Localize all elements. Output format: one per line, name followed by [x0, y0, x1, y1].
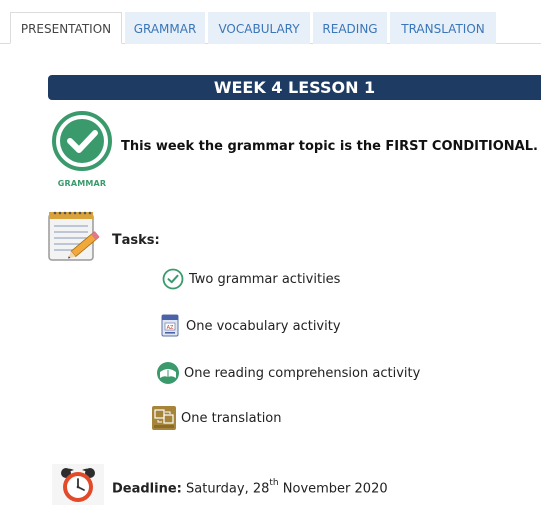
tab-grammar[interactable]: GRAMMAR	[125, 12, 205, 44]
tab-presentation[interactable]: PRESENTATION	[10, 12, 122, 44]
deadline-text: Deadline: Saturday, 28th November 2020	[112, 478, 388, 497]
task-item-text: One vocabulary activity	[186, 318, 341, 334]
grammar-icon-caption: GRAMMAR	[57, 179, 107, 188]
task-item-grammar: Two grammar activities	[161, 266, 340, 292]
vocabulary-book-icon: AZ	[158, 314, 182, 338]
notepad-pencil-icon	[46, 208, 104, 264]
tasks-label: Tasks:	[112, 232, 160, 248]
tab-reading[interactable]: READING	[313, 12, 387, 44]
task-item-translation: One translation	[151, 405, 282, 431]
check-circle-icon	[161, 267, 185, 291]
tab-vocabulary[interactable]: VOCABULARY	[208, 12, 310, 44]
task-item-text: One reading comprehension activity	[184, 365, 421, 381]
task-item-reading: One reading comprehension activity	[156, 360, 420, 386]
deadline-date-rest: November 2020	[278, 481, 388, 497]
task-item-vocabulary: AZ One vocabulary activity	[158, 313, 341, 339]
deadline-label: Deadline:	[112, 481, 182, 497]
reading-globe-icon	[156, 361, 180, 385]
lesson-banner: WEEK 4 LESSON 1	[48, 75, 541, 100]
task-item-text: Two grammar activities	[189, 271, 341, 287]
alarm-clock-icon	[52, 464, 104, 505]
task-item-text: One translation	[181, 410, 282, 426]
tab-translation[interactable]: TRANSLATION	[390, 12, 496, 44]
deadline-date-suffix: th	[269, 478, 279, 488]
deadline-date: Saturday, 28	[181, 481, 270, 497]
translation-icon	[151, 406, 177, 430]
grammar-topic-text: This week the grammar topic is the FIRST…	[121, 139, 538, 154]
svg-text:AZ: AZ	[167, 325, 174, 331]
tab-bar: PRESENTATION GRAMMAR VOCABULARY READING …	[0, 0, 541, 44]
